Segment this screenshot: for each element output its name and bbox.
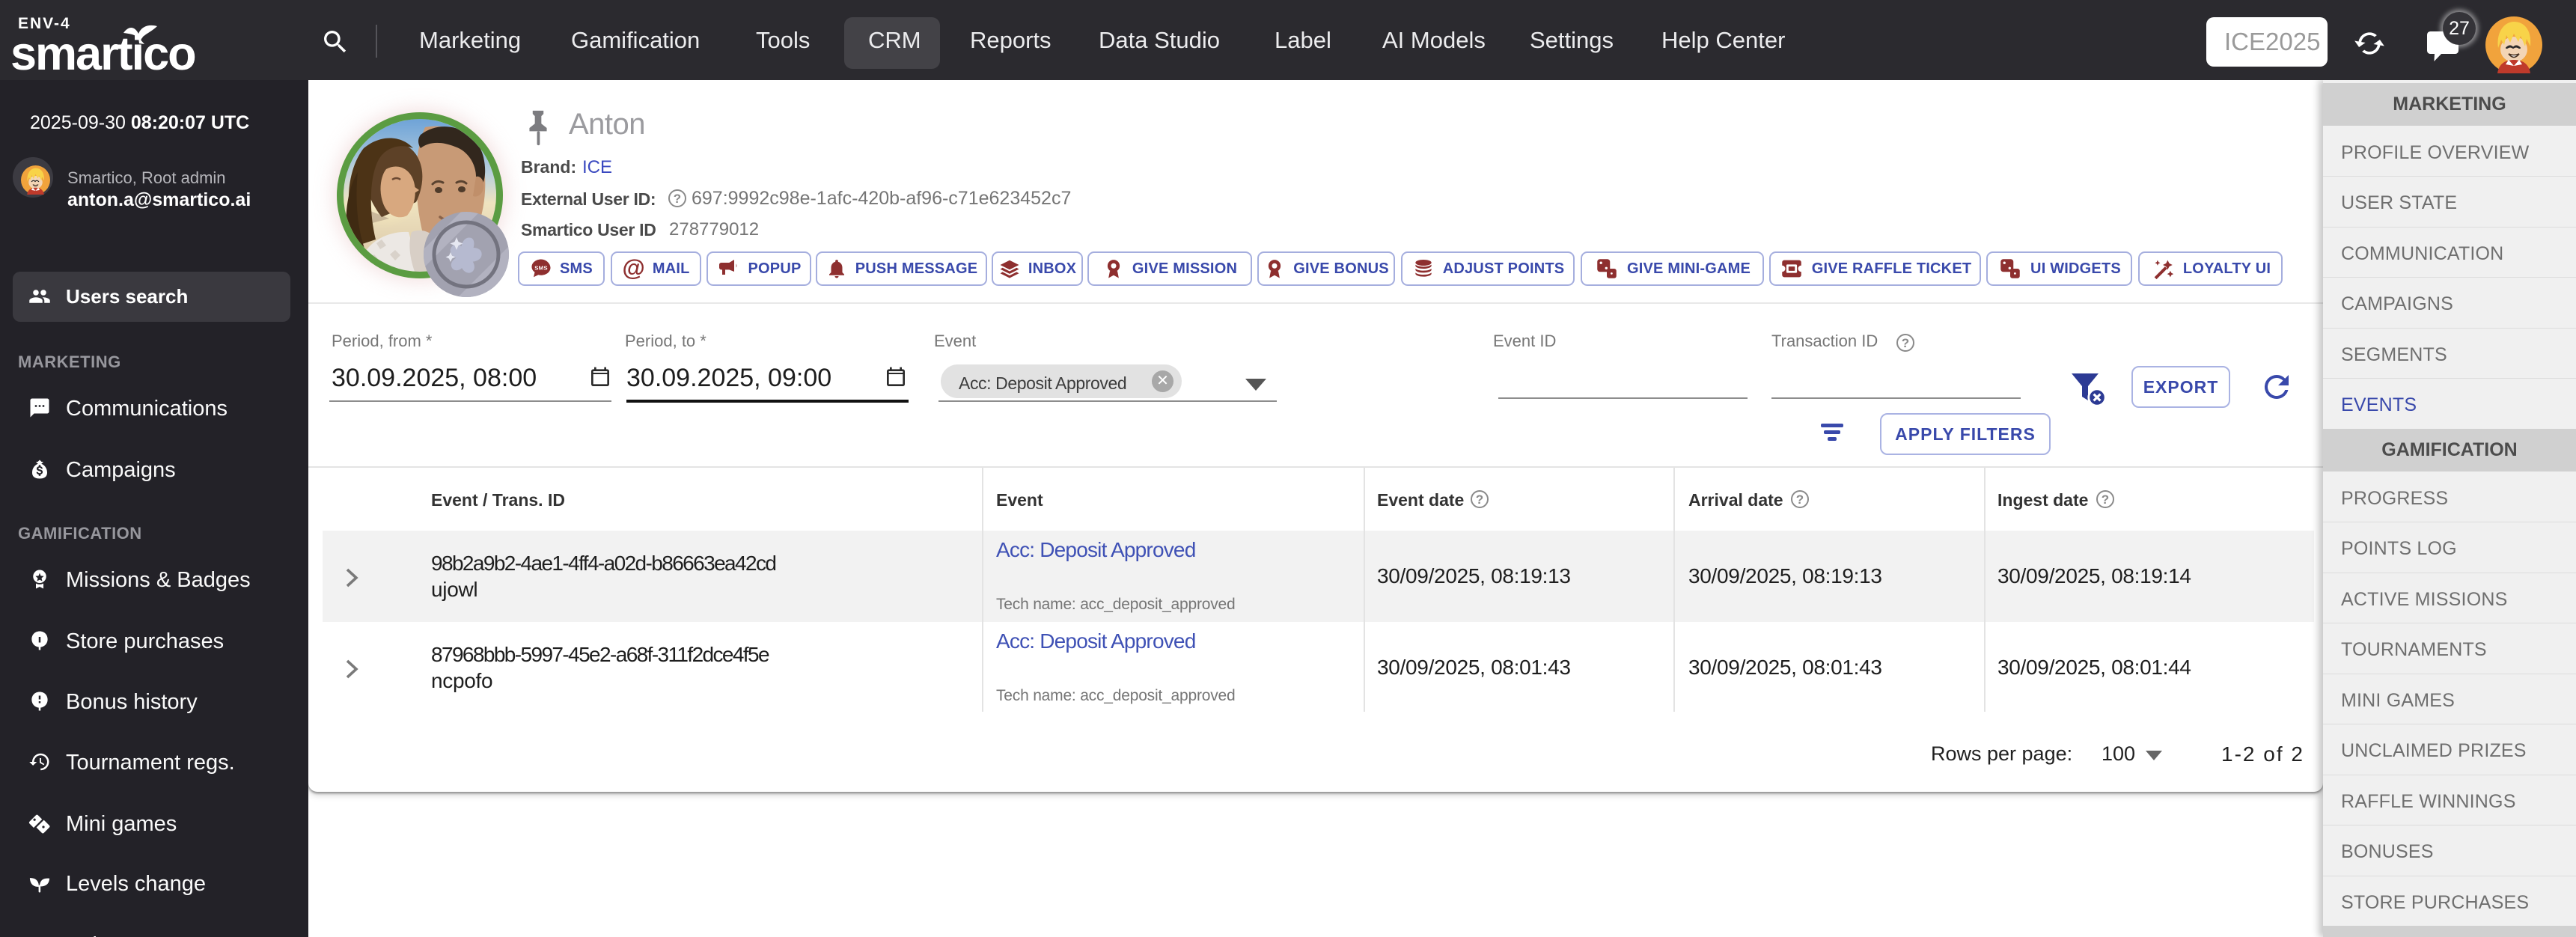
svg-text:SMS: SMS [534, 264, 548, 271]
